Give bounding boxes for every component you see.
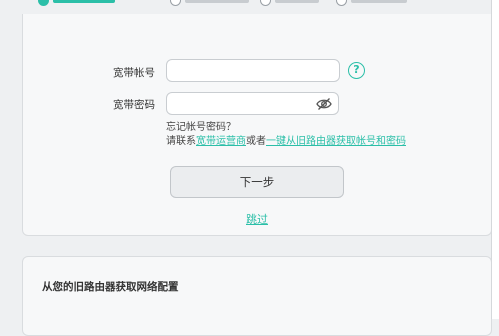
eye-off-icon[interactable]: [316, 97, 332, 111]
import-from-old-router-link[interactable]: 一键从旧路由器获取帐号和密码: [266, 136, 406, 147]
next-button[interactable]: 下一步: [170, 166, 344, 198]
step-1-bar: [53, 0, 115, 3]
contact-or: 或者: [246, 136, 266, 147]
account-label: 宽带帐号: [113, 67, 155, 79]
contact-line: 请联系宽带运营商或者一键从旧路由器获取帐号和密码: [166, 132, 406, 147]
step-1: [38, 0, 115, 6]
password-input[interactable]: [167, 94, 338, 116]
window-right-edge: [491, 0, 499, 319]
step-2-dot-icon: [170, 0, 181, 6]
step-3-dot-icon: [260, 0, 271, 6]
step-progress-bar: [0, 0, 499, 14]
step-4-dot-icon: [336, 0, 347, 6]
step-1-dot-icon: [38, 0, 49, 6]
step-2-bar: [185, 0, 249, 3]
import-config-card: [22, 256, 492, 336]
question-circle-icon[interactable]: ?: [348, 62, 365, 79]
password-field[interactable]: [166, 92, 339, 116]
account-form-card: [22, 14, 492, 236]
step-3: [260, 0, 319, 6]
step-4: [336, 0, 407, 6]
contact-prefix: 请联系: [166, 136, 196, 147]
skip-link[interactable]: 跳过: [246, 211, 268, 227]
step-4-bar: [351, 0, 407, 3]
import-config-title: 从您的旧路由器获取网络配置: [42, 281, 179, 293]
isp-link[interactable]: 宽带运营商: [196, 136, 246, 147]
step-3-bar: [275, 0, 319, 3]
account-field[interactable]: [166, 59, 340, 83]
account-input[interactable]: [167, 61, 339, 83]
password-label: 宽带密码: [113, 99, 155, 111]
forgot-account-text: 忘记帐号密码？: [166, 122, 236, 133]
step-2: [170, 0, 249, 6]
